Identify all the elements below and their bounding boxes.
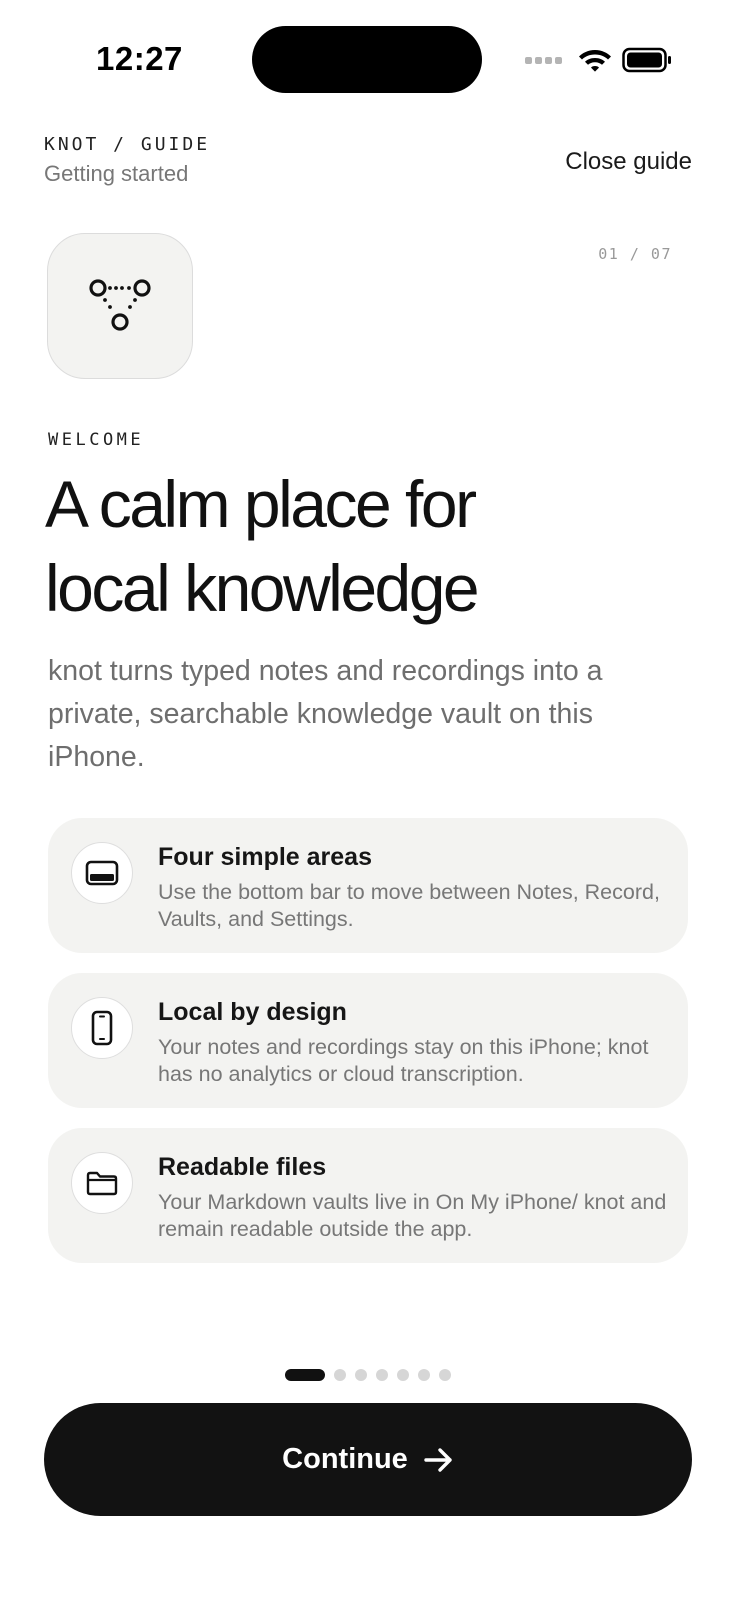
folder-icon <box>71 1152 133 1214</box>
intro-description: knot turns typed notes and recordings in… <box>48 655 603 773</box>
feature-description: Your Markdown vaults live in On My iPhon… <box>158 1190 667 1241</box>
feature-description: Your notes and recordings stay on this i… <box>158 1035 649 1086</box>
feature-card: Local by design Your notes and recording… <box>48 973 688 1108</box>
status-bar: 12:27 <box>0 0 736 100</box>
page-dot[interactable] <box>334 1369 346 1381</box>
feature-card: Four simple areas Use the bottom bar to … <box>48 818 688 953</box>
close-guide-button[interactable]: Close guide <box>565 148 692 176</box>
page-dot-active[interactable] <box>285 1369 325 1381</box>
cellular-signal-icon <box>525 56 562 64</box>
feature-title: Local by design <box>158 998 347 1026</box>
onboarding-screen: 12:27 KNOT / GUIDE Getting started Close… <box>0 0 736 1600</box>
phone-icon <box>71 997 133 1059</box>
continue-label: Continue <box>282 1443 408 1475</box>
page-dot[interactable] <box>439 1369 451 1381</box>
headline-line-2: local knowledge <box>45 551 480 625</box>
battery-icon <box>622 47 671 73</box>
dynamic-island <box>252 26 482 93</box>
feature-description: Use the bottom bar to move between Notes… <box>158 880 660 931</box>
page-dot[interactable] <box>397 1369 409 1381</box>
bottom-bar-icon <box>71 842 133 904</box>
page-title: A calm place for local knowledge <box>45 462 685 630</box>
step-counter: 01 / 07 <box>598 245 672 263</box>
status-icons <box>525 44 672 76</box>
guide-header: KNOT / GUIDE Getting started Close guide <box>44 134 692 190</box>
feature-card: Readable files Your Markdown vaults live… <box>48 1128 688 1263</box>
knot-logo-icon <box>89 279 151 331</box>
continue-button[interactable]: Continue <box>44 1403 692 1516</box>
page-dot[interactable] <box>376 1369 388 1381</box>
feature-title: Four simple areas <box>158 843 372 871</box>
feature-title: Readable files <box>158 1153 327 1181</box>
page-dot[interactable] <box>355 1369 367 1381</box>
status-time: 12:27 <box>96 40 183 77</box>
arrow-right-icon <box>424 1447 452 1472</box>
app-icon <box>47 233 193 379</box>
wifi-icon <box>579 50 611 72</box>
page-dot[interactable] <box>418 1369 430 1381</box>
feature-list: Four simple areas Use the bottom bar to … <box>48 818 688 1283</box>
page-indicator <box>0 1369 736 1381</box>
headline-line-1: A calm place for <box>45 467 477 541</box>
section-eyebrow: WELCOME <box>48 430 145 450</box>
